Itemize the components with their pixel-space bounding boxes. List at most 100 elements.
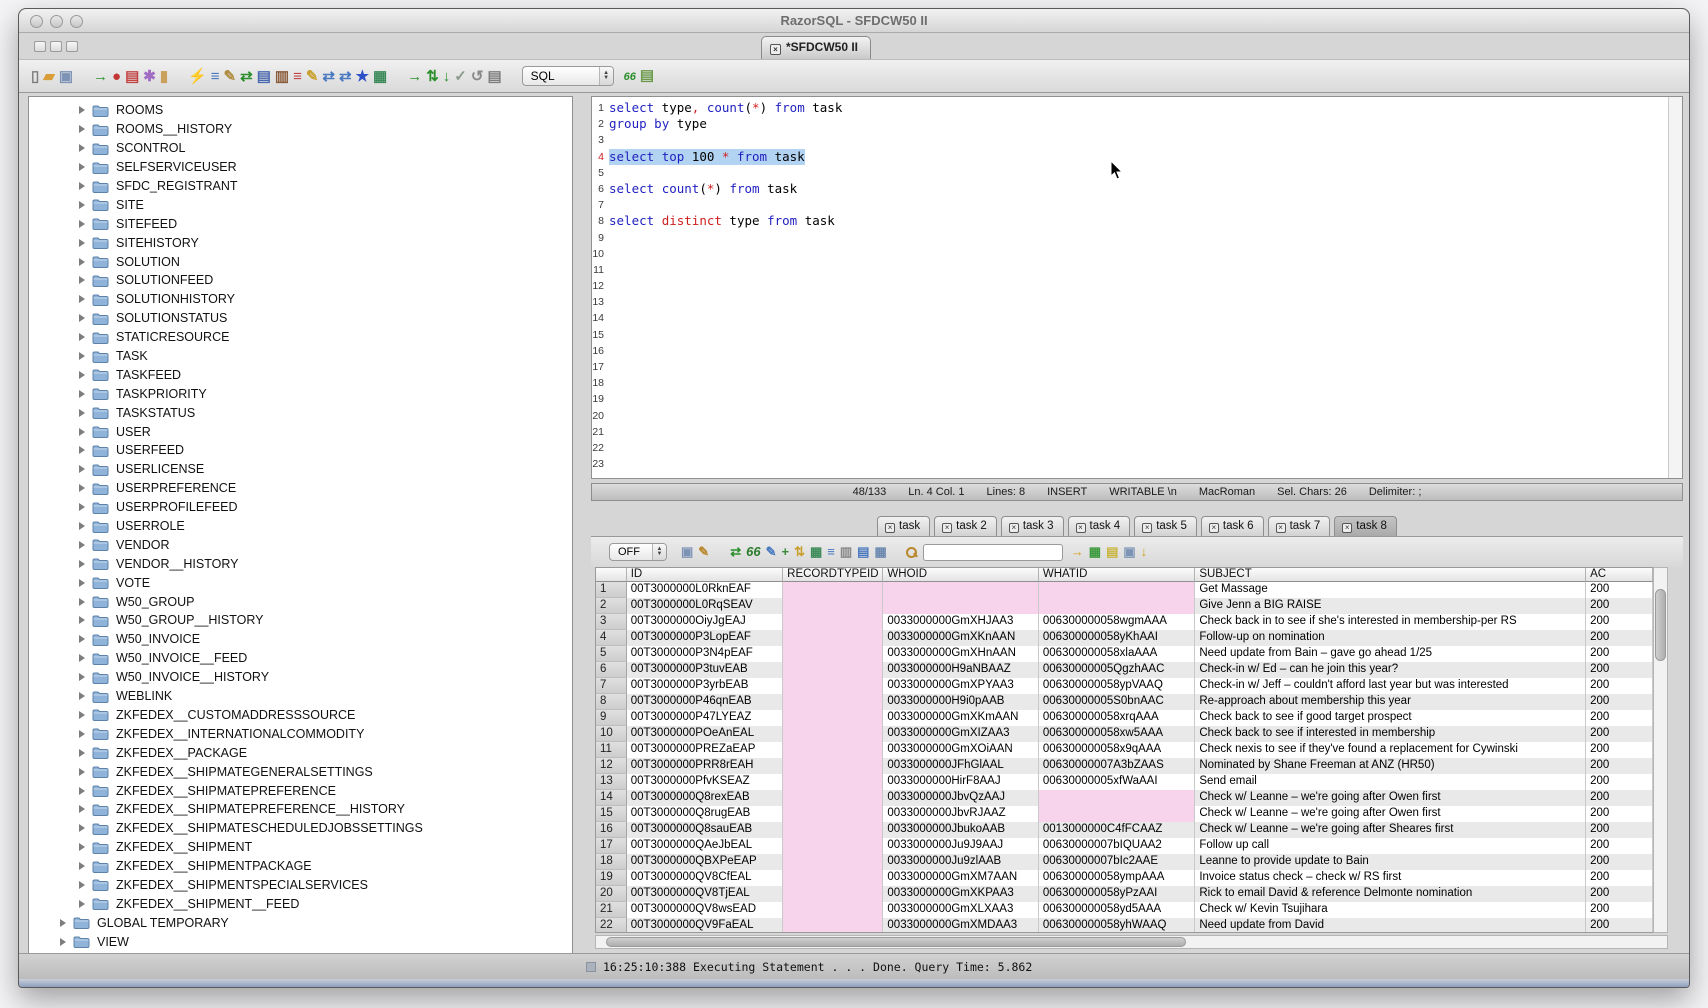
table-row[interactable]: 1400T3000000Q8rexEAB0033000000JbvQzAAJCh… (596, 790, 1653, 806)
cell[interactable]: 200 (1586, 678, 1653, 694)
expand-triangle-icon[interactable] (79, 163, 85, 171)
tree-item-taskpriority[interactable]: TASKPRIORITY (29, 384, 572, 403)
tree-item-userpreference[interactable]: USERPREFERENCE (29, 479, 572, 498)
cell[interactable]: 0033000000HirF8AAJ (883, 774, 1038, 790)
expand-triangle-icon[interactable] (79, 428, 85, 436)
insert-row-icon[interactable]: + (781, 544, 789, 559)
cell[interactable]: 00630000007bIQUAA2 (1039, 838, 1195, 854)
expand-triangle-icon[interactable] (79, 805, 85, 813)
cell[interactable]: Check back to see if good target prospec… (1195, 710, 1586, 726)
tree-item-zkfedex-shipmatepreference-history[interactable]: ZKFEDEX__SHIPMATEPREFERENCE__HISTORY (29, 800, 572, 819)
tree-item-userrole[interactable]: USERROLE (29, 517, 572, 536)
expand-triangle-icon[interactable] (79, 787, 85, 795)
cell[interactable]: 006300000058yPzAAI (1039, 886, 1195, 902)
cell[interactable]: 00T3000000L0RknEAF (627, 582, 783, 598)
expand-triangle-icon[interactable] (79, 692, 85, 700)
cell[interactable]: 200 (1586, 918, 1653, 933)
mdi-close-icon[interactable] (66, 41, 78, 52)
cell[interactable]: 006300000058ympAAA (1039, 870, 1195, 886)
cell[interactable]: Re-approach about membership this year (1195, 694, 1586, 710)
go-arrow-icon[interactable]: → (1071, 544, 1084, 559)
expand-triangle-icon[interactable] (79, 843, 85, 851)
cell[interactable]: 0033000000GmXKnAAN (883, 630, 1038, 646)
expand-triangle-icon[interactable] (79, 881, 85, 889)
tree-item-zkfedex-internationalcommodity[interactable]: ZKFEDEX__INTERNATIONALCOMMODITY (29, 724, 572, 743)
tree-item-vendor-history[interactable]: VENDOR__HISTORY (29, 554, 572, 573)
table-star-icon[interactable]: ▦ (373, 68, 387, 85)
expand-triangle-icon[interactable] (79, 352, 85, 360)
cell[interactable]: 200 (1586, 598, 1653, 614)
tab-close-icon[interactable]: × (1076, 523, 1086, 533)
cell[interactable]: 006300000058x9qAAA (1039, 742, 1195, 758)
checklist-icon[interactable]: ≡ (211, 68, 220, 85)
cell[interactable]: Send email (1195, 774, 1586, 790)
indent-icon[interactable]: ⇄ (339, 68, 352, 85)
favorites-star-icon[interactable]: ★ (356, 68, 369, 85)
expand-triangle-icon[interactable] (79, 333, 85, 341)
cell[interactable] (783, 614, 883, 630)
expand-triangle-icon[interactable] (79, 824, 85, 832)
expand-triangle-icon[interactable] (79, 862, 85, 870)
switch-arrows-icon[interactable]: ⇅ (426, 68, 439, 85)
cell[interactable]: 00T3000000P47LYEAZ (627, 710, 783, 726)
cell[interactable] (783, 758, 883, 774)
tree-item-zkfedex-shipmatescheduledjobssettings[interactable]: ZKFEDEX__SHIPMATESCHEDULEDJOBSSETTINGS (29, 819, 572, 838)
cell[interactable]: 00T3000000QAeJbEAL (627, 838, 783, 854)
expand-triangle-icon[interactable] (79, 371, 85, 379)
cell[interactable] (783, 790, 883, 806)
table-add-icon[interactable]: ▦ (1089, 544, 1101, 559)
copy-connection-icon[interactable]: ▤ (125, 68, 139, 85)
cell[interactable]: 00T3000000QV8wsEAD (627, 902, 783, 918)
expand-triangle-icon[interactable] (79, 730, 85, 738)
tree-item-solutionstatus[interactable]: SOLUTIONSTATUS (29, 309, 572, 328)
cell[interactable]: 200 (1586, 870, 1653, 886)
tree-item-rooms-history[interactable]: ROOMS__HISTORY (29, 120, 572, 139)
cell[interactable] (1039, 790, 1195, 806)
tree-item-vote[interactable]: VOTE (29, 573, 572, 592)
filter-icon[interactable]: ✎ (698, 544, 709, 559)
cell[interactable]: 006300000058xlaAAA (1039, 646, 1195, 662)
cell[interactable]: 00T3000000Q8rexEAB (627, 790, 783, 806)
document-tab[interactable]: ×*SFDCW50 II (761, 36, 871, 59)
cell[interactable]: 00T3000000PRR8rEAH (627, 758, 783, 774)
tree-item-view[interactable]: VIEW (29, 932, 572, 951)
expand-triangle-icon[interactable] (79, 258, 85, 266)
cell[interactable] (783, 822, 883, 838)
tree-item-site[interactable]: SITE (29, 195, 572, 214)
table-row[interactable]: 1000T3000000POeAnEAL0033000000GmXIZAA300… (596, 726, 1653, 742)
cell[interactable]: 0033000000Ju9zlAAB (883, 854, 1038, 870)
cell[interactable]: 0033000000H9aNBAAZ (883, 662, 1038, 678)
book-icon[interactable]: ▥ (275, 68, 289, 85)
expand-triangle-icon[interactable] (79, 673, 85, 681)
table-row[interactable]: 2000T3000000QV8TjEAL0033000000GmXKPAA300… (596, 886, 1653, 902)
tree-item-w50-invoice-history[interactable]: W50_INVOICE__HISTORY (29, 668, 572, 687)
table-row[interactable]: 900T3000000P47LYEAZ0033000000GmXKmAAN006… (596, 710, 1653, 726)
notepad-icon[interactable]: ▤ (1106, 544, 1118, 559)
table-row[interactable]: 1800T3000000QBXPeEAP0033000000Ju9zlAAB00… (596, 854, 1653, 870)
combo-stepper-icon[interactable]: ▲▼ (599, 67, 613, 85)
tree-item-userlicense[interactable]: USERLICENSE (29, 460, 572, 479)
cell[interactable]: 00630000007bIc2AAE (1039, 854, 1195, 870)
download-arrow-icon[interactable]: ↓ (1141, 544, 1148, 559)
cell[interactable]: 00T3000000P3yrbEAB (627, 678, 783, 694)
cell[interactable] (783, 630, 883, 646)
table-row[interactable]: 2100T3000000QV8wsEAD0033000000GmXLXAA300… (596, 902, 1653, 918)
expand-triangle-icon[interactable] (79, 465, 85, 473)
cell[interactable] (783, 646, 883, 662)
tree-item-weblink[interactable]: WEBLINK (29, 687, 572, 706)
cell[interactable] (783, 918, 883, 933)
cell[interactable]: 006300000058xw5AAA (1039, 726, 1195, 742)
expand-triangle-icon[interactable] (79, 484, 85, 492)
edit-list-icon[interactable]: ✎ (306, 68, 319, 85)
expand-triangle-icon[interactable] (79, 182, 85, 190)
cell[interactable]: 0033000000GmXPYAA3 (883, 678, 1038, 694)
new-file-icon[interactable]: ▯ (31, 68, 39, 85)
save-icon[interactable]: ▣ (59, 68, 73, 85)
refresh-icon[interactable]: ⇄ (240, 68, 253, 85)
cell[interactable]: Get Massage (1195, 582, 1586, 598)
column-header-subject[interactable]: SUBJECT (1195, 568, 1586, 582)
cell[interactable]: Rick to email David & reference Delmonte… (1195, 886, 1586, 902)
tab-close-icon[interactable]: × (942, 523, 952, 533)
cell[interactable]: 00T3000000P3N4pEAF (627, 646, 783, 662)
expand-triangle-icon[interactable] (79, 522, 85, 530)
